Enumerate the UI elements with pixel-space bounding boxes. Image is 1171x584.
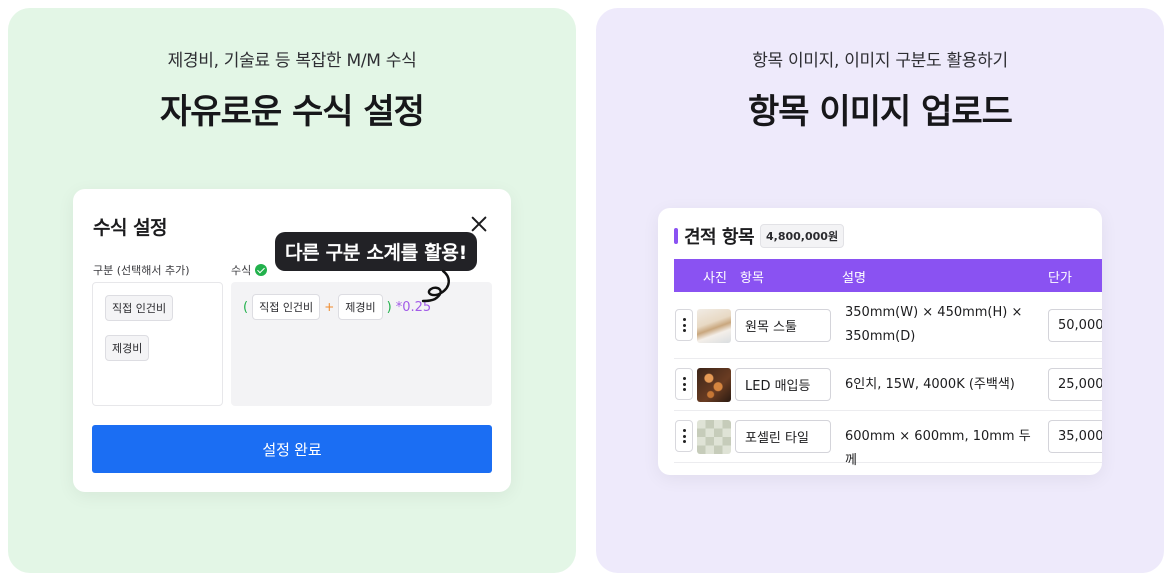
item-description: 350mm(W) × 450mm(H) × 350mm(D) [845, 305, 1023, 344]
formula-label-group: 수식 [231, 262, 268, 278]
table-row: 원목 스툴 350mm(W) × 450mm(H) × 350mm(D) 50,… [674, 292, 1102, 359]
table-row: 포셀린 타일 600mm × 600mm, 10mm 두께 35,000 [674, 411, 1102, 468]
callout-bubble: 다른 구분 소계를 활용! [275, 232, 477, 271]
column-header-description: 설명 [842, 271, 866, 286]
estimate-items-header: 견적 항목 4,800,000원 [674, 223, 845, 249]
led-downlight-thumbnail[interactable] [697, 368, 731, 402]
close-icon[interactable] [469, 214, 489, 234]
drag-handle-icon[interactable] [675, 420, 693, 452]
item-name-field[interactable]: 원목 스툴 [735, 309, 831, 342]
image-feature-panel: 항목 이미지, 이미지 구분도 활용하기 항목 이미지 업로드 견적 항목 4,… [596, 8, 1164, 573]
column-header-item: 항목 [740, 271, 764, 286]
total-amount-badge: 4,800,000원 [760, 224, 845, 248]
plus-operator: + [324, 300, 335, 314]
unit-price-field[interactable]: 50,000 [1048, 309, 1102, 342]
drag-handle-icon[interactable] [675, 309, 693, 341]
items-table-header: 사진 항목 설명 단가 [674, 259, 1102, 292]
title-accent-bar [674, 228, 678, 244]
drag-handle-icon[interactable] [675, 368, 693, 400]
formula-feature-headline: 자유로운 수식 설정 [160, 92, 425, 132]
squiggle-arrow-icon [421, 269, 450, 303]
formula-expression: ( 직접 인건비 + 제경비 ) *0.25 [243, 294, 431, 320]
image-feature-subtitle: 항목 이미지, 이미지 구분도 활용하기 [752, 51, 1008, 71]
unit-price-field[interactable]: 35,000 [1048, 420, 1102, 453]
category-chip-direct-labor[interactable]: 직접 인건비 [105, 295, 174, 321]
image-feature-headline: 항목 이미지 업로드 [748, 92, 1013, 132]
column-header-photo: 사진 [703, 271, 727, 286]
item-name-field[interactable]: 포셀린 타일 [735, 420, 831, 453]
dialog-title: 수식 설정 [93, 217, 168, 239]
category-chip-overhead[interactable]: 제경비 [105, 335, 150, 361]
category-label: 구분 (선택해서 추가) [93, 264, 190, 277]
formula-token-overhead[interactable]: 제경비 [338, 294, 383, 320]
item-description: 6인치, 15W, 4000K (주백색) [845, 377, 1015, 392]
open-paren: ( [243, 299, 249, 315]
estimate-items-title: 견적 항목 [684, 227, 755, 248]
complete-settings-button[interactable]: 설정 완료 [92, 425, 492, 473]
unit-price-field[interactable]: 25,000 [1048, 368, 1102, 401]
close-paren: ) [386, 299, 392, 315]
formula-token-direct-labor[interactable]: 직접 인건비 [252, 294, 321, 320]
item-name-field[interactable]: LED 매입등 [735, 368, 831, 401]
formula-label: 수식 [231, 264, 252, 277]
formula-settings-dialog: 수식 설정 구분 (선택해서 추가) 수식 직접 인건비 제경비 ( 직접 인건… [73, 189, 511, 492]
formula-feature-subtitle: 제경비, 기술료 등 복잡한 M/M 수식 [167, 51, 417, 71]
item-description: 600mm × 600mm, 10mm 두께 [845, 429, 1031, 468]
formula-feature-panel: 제경비, 기술료 등 복잡한 M/M 수식 자유로운 수식 설정 수식 설정 구… [8, 8, 576, 573]
wooden-stool-thumbnail[interactable] [697, 309, 731, 343]
category-list: 직접 인건비 제경비 [92, 282, 223, 406]
estimate-items-card: 견적 항목 4,800,000원 사진 항목 설명 단가 원목 스툴 350mm… [658, 208, 1102, 475]
porcelain-tile-thumbnail[interactable] [697, 420, 731, 454]
column-header-unit-price: 단가 [1048, 271, 1072, 286]
valid-check-icon [255, 264, 268, 276]
table-row: LED 매입등 6인치, 15W, 4000K (주백색) 25,000 [674, 359, 1102, 411]
